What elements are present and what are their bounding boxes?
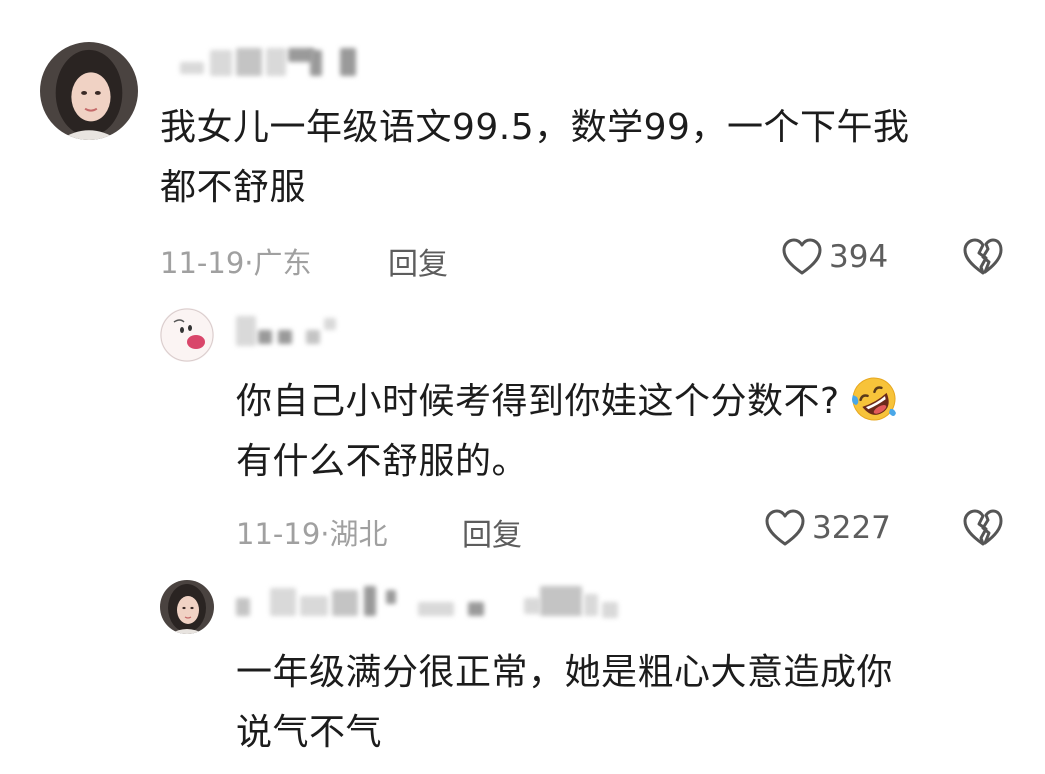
comment-text: 你自己小时候考得到你娃这个分数不? 有什么不舒服的。 — [236, 372, 898, 492]
like-button[interactable]: 394 — [781, 237, 888, 277]
rolling-on-floor-laughing-icon — [850, 375, 898, 423]
comment-text-line: 你自己小时候考得到你娃这个分数不? — [236, 372, 898, 432]
comment-meta: 11-19·湖北 — [236, 511, 388, 553]
avatar[interactable] — [160, 308, 214, 362]
comment-meta: 11-19·广东 — [160, 240, 312, 282]
comment-text-line: 一年级满分很正常，她是粗心大意造成你 — [236, 652, 894, 693]
meta-separator: · — [320, 517, 330, 551]
comment-text: 一年级满分很正常，她是粗心大意造成你 说气不气 — [236, 643, 893, 763]
comment-date: 11-19 — [236, 517, 321, 551]
username-obscured[interactable] — [170, 44, 370, 78]
username-obscured[interactable] — [234, 314, 344, 348]
comment-text: 我女儿一年级语文99.5，数学99，一个下午我 都不舒服 — [160, 98, 909, 218]
comment-date: 11-19 — [160, 246, 245, 280]
comment-location: 广东 — [253, 246, 312, 280]
heart-outline-icon — [764, 508, 806, 548]
comment-text-line: 说气不气 — [236, 712, 383, 753]
dislike-button[interactable] — [962, 508, 1004, 548]
avatar[interactable] — [40, 42, 138, 140]
comment-location: 湖北 — [329, 517, 388, 551]
broken-heart-icon — [962, 508, 1004, 548]
reply-button[interactable]: 回复 — [462, 510, 522, 554]
username-obscured[interactable] — [234, 584, 624, 618]
reply-button[interactable]: 回复 — [388, 239, 448, 283]
like-count: 394 — [829, 239, 889, 275]
like-count: 3227 — [812, 510, 891, 546]
comment-text-line: 都不舒服 — [160, 167, 307, 208]
heart-outline-icon — [781, 237, 823, 277]
comment-text-line: 有什么不舒服的。 — [236, 441, 529, 482]
comment-text-line: 我女儿一年级语文99.5，数学99，一个下午我 — [160, 107, 910, 148]
avatar[interactable] — [160, 580, 214, 634]
like-button[interactable]: 3227 — [764, 508, 891, 548]
dislike-button[interactable] — [962, 237, 1004, 277]
meta-separator: · — [244, 246, 254, 280]
comment-thread: 我女儿一年级语文99.5，数学99，一个下午我 都不舒服 11-19·广东 回复… — [0, 0, 1045, 774]
broken-heart-icon — [962, 237, 1004, 277]
